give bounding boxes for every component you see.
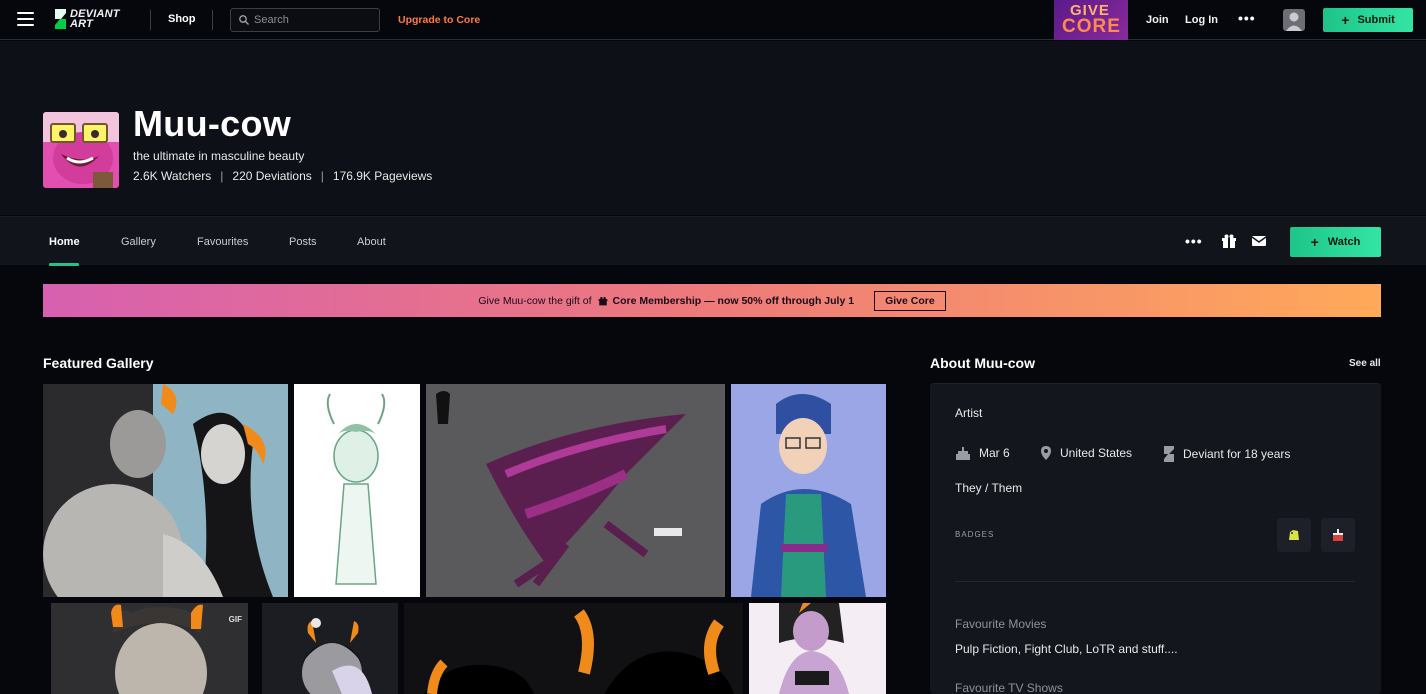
artwork-image xyxy=(262,603,398,694)
promo-text: Give Muu-cow the gift of xyxy=(478,294,592,307)
avatar[interactable] xyxy=(1283,9,1305,31)
join-link[interactable]: Join xyxy=(1146,14,1169,26)
featured-gallery-title: Featured Gallery xyxy=(43,355,154,371)
artwork-image xyxy=(404,603,743,694)
gallery-thumbnail[interactable] xyxy=(426,384,725,597)
location: United States xyxy=(1040,446,1132,460)
gallery-thumbnail[interactable] xyxy=(404,603,743,694)
llama-badge-icon xyxy=(1289,530,1299,540)
give-core-button[interactable]: Give Core xyxy=(874,290,946,311)
top-navigation-bar: DEVIANT ART Shop Upgrade to Core GIVE CO… xyxy=(0,0,1426,40)
see-all-link[interactable]: See all xyxy=(1349,358,1381,369)
pageviews-count: 176.9K Pageviews xyxy=(332,169,433,183)
profile-header: Muu-cow the ultimate in masculine beauty… xyxy=(0,41,1426,215)
watch-button[interactable]: + Watch xyxy=(1290,227,1381,257)
tab-home[interactable]: Home xyxy=(49,236,80,248)
menu-icon[interactable] xyxy=(17,12,34,27)
login-link[interactable]: Log In xyxy=(1185,14,1218,26)
search-box[interactable] xyxy=(230,8,380,32)
badge[interactable] xyxy=(1321,518,1355,552)
deviations-count[interactable]: 220 Deviations xyxy=(232,169,311,183)
gift-icon[interactable] xyxy=(1221,234,1237,248)
profile-tagline: the ultimate in masculine beauty xyxy=(133,149,305,163)
birthday: Mar 6 xyxy=(955,446,1010,460)
plus-icon: + xyxy=(1310,234,1319,250)
location-pin-icon xyxy=(1041,446,1051,460)
promo-offer-text: Core Membership — now 50% off through Ju… xyxy=(612,294,855,307)
tab-about[interactable]: About xyxy=(357,236,386,248)
gallery-thumbnail[interactable]: GIF xyxy=(51,603,248,694)
about-card: Artist Mar 6 United States Deviant for 1… xyxy=(930,383,1381,694)
user-silhouette-icon xyxy=(1286,12,1302,31)
tab-posts[interactable]: Posts xyxy=(289,236,317,248)
submit-button[interactable]: + Submit xyxy=(1323,8,1413,32)
search-icon xyxy=(239,15,249,25)
upgrade-to-core-link[interactable]: Upgrade to Core xyxy=(398,14,480,26)
artwork-image xyxy=(294,384,420,597)
give-core-line-2: CORE xyxy=(1062,16,1121,37)
profile-stats: 2.6K Watchers | 220 Deviations | 176.9K … xyxy=(133,169,432,183)
favourite-tv-shows-label: Favourite TV Shows xyxy=(955,681,1063,694)
cake-icon xyxy=(956,447,970,460)
profile-avatar-image xyxy=(43,112,119,188)
more-options-icon[interactable]: ••• xyxy=(1185,234,1203,248)
gallery-thumbnail[interactable] xyxy=(262,603,398,694)
stats-separator: | xyxy=(320,169,324,183)
favourite-movies-value: Pulp Fiction, Fight Club, LoTR and stuff… xyxy=(955,642,1178,656)
shop-link[interactable]: Shop xyxy=(168,13,196,25)
badges-label: BADGES xyxy=(955,530,995,539)
artwork-image xyxy=(749,603,886,694)
cake-badge-icon xyxy=(1333,529,1343,541)
tab-favourites[interactable]: Favourites xyxy=(197,236,248,248)
location-text: United States xyxy=(1060,446,1133,460)
gallery-thumbnail[interactable] xyxy=(749,603,886,694)
search-input[interactable] xyxy=(254,14,374,26)
more-options-icon[interactable]: ••• xyxy=(1238,11,1256,25)
mail-icon[interactable] xyxy=(1251,234,1267,248)
logo-line-2: ART xyxy=(70,18,94,30)
user-role: Artist xyxy=(955,406,983,420)
watchers-count[interactable]: 2.6K Watchers xyxy=(133,169,211,183)
watch-label: Watch xyxy=(1327,236,1361,248)
artwork-image xyxy=(43,384,288,597)
profile-tab-bar: Home Gallery Favourites Posts About ••• … xyxy=(0,216,1426,266)
tab-gallery[interactable]: Gallery xyxy=(121,236,156,248)
member-since: Deviant for 18 years xyxy=(1163,446,1290,462)
deviantart-logo-icon xyxy=(1164,446,1174,462)
artwork-image xyxy=(51,603,248,694)
gif-badge: GIF xyxy=(228,615,242,624)
core-gift-promo-banner: Give Muu-cow the gift of Core Membership… xyxy=(43,284,1381,317)
profile-name: Muu-cow xyxy=(133,103,292,144)
badge[interactable] xyxy=(1277,518,1311,552)
divider xyxy=(150,10,151,30)
divider xyxy=(212,10,213,30)
give-core-banner[interactable]: GIVE CORE xyxy=(1054,0,1128,40)
deviantart-logo[interactable]: DEVIANT ART xyxy=(54,9,120,30)
gift-icon xyxy=(598,296,607,305)
submit-label: Submit xyxy=(1357,14,1395,26)
gallery-thumbnail[interactable] xyxy=(731,384,886,597)
about-section-title: About Muu-cow xyxy=(930,355,1035,371)
deviantart-logo-icon xyxy=(55,9,66,29)
gallery-thumbnail[interactable] xyxy=(294,384,420,597)
plus-icon: + xyxy=(1341,12,1350,28)
artwork-image xyxy=(731,384,886,597)
gallery-thumbnail[interactable] xyxy=(43,384,288,597)
favourite-movies-label: Favourite Movies xyxy=(955,617,1047,631)
divider xyxy=(955,581,1355,582)
stats-separator: | xyxy=(220,169,224,183)
member-since-text: Deviant for 18 years xyxy=(1183,447,1291,461)
pronouns: They / Them xyxy=(955,481,1023,495)
artwork-image xyxy=(426,384,725,597)
profile-avatar[interactable] xyxy=(43,112,119,188)
active-tab-indicator xyxy=(49,263,79,266)
birthday-text: Mar 6 xyxy=(979,446,1010,460)
